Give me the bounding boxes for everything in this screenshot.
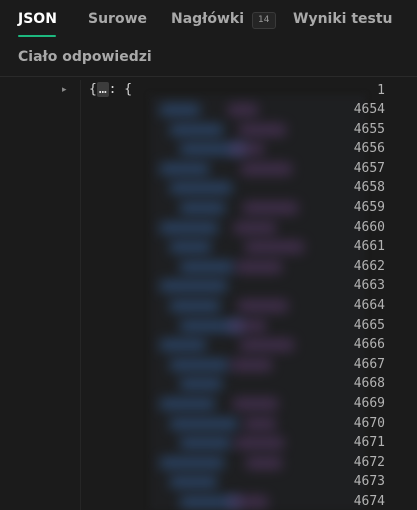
- blurred-value: [229, 319, 266, 332]
- line-number: 4661: [353, 239, 385, 255]
- blurred-value: [246, 456, 282, 469]
- blurred-key: [160, 339, 206, 352]
- blurred-value: [230, 143, 264, 156]
- tab-raw[interactable]: Surowe: [88, 11, 147, 27]
- blurred-value: [234, 221, 276, 234]
- response-tabs: JSON Surowe Nagłówki 14 Wyniki testu: [0, 0, 417, 40]
- code-line-1: {…: {: [89, 82, 132, 97]
- line-number: 4656: [353, 141, 385, 157]
- blurred-key: [180, 437, 231, 450]
- blurred-key: [170, 300, 220, 312]
- blurred-value: [228, 104, 258, 116]
- blurred-key: [180, 378, 222, 391]
- blurred-value: [235, 437, 284, 450]
- blurred-key: [170, 123, 223, 136]
- line-number: 4663: [353, 278, 385, 294]
- blurred-value: [245, 241, 304, 254]
- tab-json[interactable]: JSON: [18, 11, 57, 27]
- blurred-value: [243, 202, 298, 214]
- gutter-separator: [80, 80, 81, 510]
- blurred-value: [236, 260, 282, 273]
- line-number: 4668: [353, 376, 385, 392]
- blurred-value: [244, 417, 276, 430]
- line-number: 4670: [353, 415, 385, 431]
- line-number: 4669: [353, 396, 385, 411]
- line-number: 4667: [353, 356, 385, 372]
- blurred-key: [180, 260, 234, 273]
- blurred-key: [160, 162, 209, 175]
- blurred-key: [160, 280, 227, 293]
- line-number: 4655: [353, 121, 385, 137]
- blurred-value: [239, 123, 286, 136]
- blurred-key: [170, 241, 211, 254]
- collapsed-placeholder[interactable]: …: [96, 82, 109, 97]
- line-number: 4673: [353, 474, 385, 490]
- line-number: 4664: [353, 298, 385, 313]
- blurred-key: [170, 417, 238, 430]
- tab-test-results[interactable]: Wyniki testu: [293, 11, 393, 27]
- active-tab-indicator: [18, 35, 56, 37]
- blurred-key: [160, 456, 224, 469]
- line-number: 4660: [353, 219, 385, 235]
- tab-headers[interactable]: Nagłówki 14: [171, 11, 276, 29]
- line-number: 4659: [353, 200, 385, 215]
- blurred-value: [238, 300, 288, 312]
- blurred-key: [160, 398, 215, 410]
- line-number: 4662: [353, 258, 385, 274]
- blurred-value: [233, 398, 278, 410]
- line-number: 4672: [353, 454, 385, 470]
- blurred-key: [160, 221, 218, 234]
- blurred-key: [170, 358, 229, 371]
- line-number: 4666: [353, 337, 385, 353]
- headers-count-badge: 14: [252, 12, 276, 29]
- blurred-key: [160, 104, 200, 116]
- blurred-key: [170, 182, 232, 195]
- blurred-value: [240, 339, 294, 352]
- fold-arrow-icon[interactable]: ▸: [62, 85, 67, 95]
- blurred-value: [231, 358, 272, 371]
- blurred-value: [241, 162, 292, 175]
- open-brace: {: [89, 82, 97, 97]
- line-number-gutter: [0, 80, 80, 510]
- line-number: 4657: [353, 160, 385, 176]
- tab-headers-label: Nagłówki: [171, 11, 245, 27]
- key-separator: : {: [108, 82, 133, 97]
- line-number: 4665: [353, 317, 385, 333]
- line-number: 4654: [353, 102, 385, 117]
- line-number: 4674: [353, 494, 385, 509]
- divider: [0, 76, 417, 77]
- blurred-value: [228, 496, 268, 508]
- line-number: 4671: [353, 435, 385, 451]
- line-number: 4658: [353, 180, 385, 196]
- blurred-key: [180, 202, 225, 214]
- response-body-heading: Ciało odpowiedzi: [18, 49, 152, 65]
- blurred-key: [170, 476, 217, 489]
